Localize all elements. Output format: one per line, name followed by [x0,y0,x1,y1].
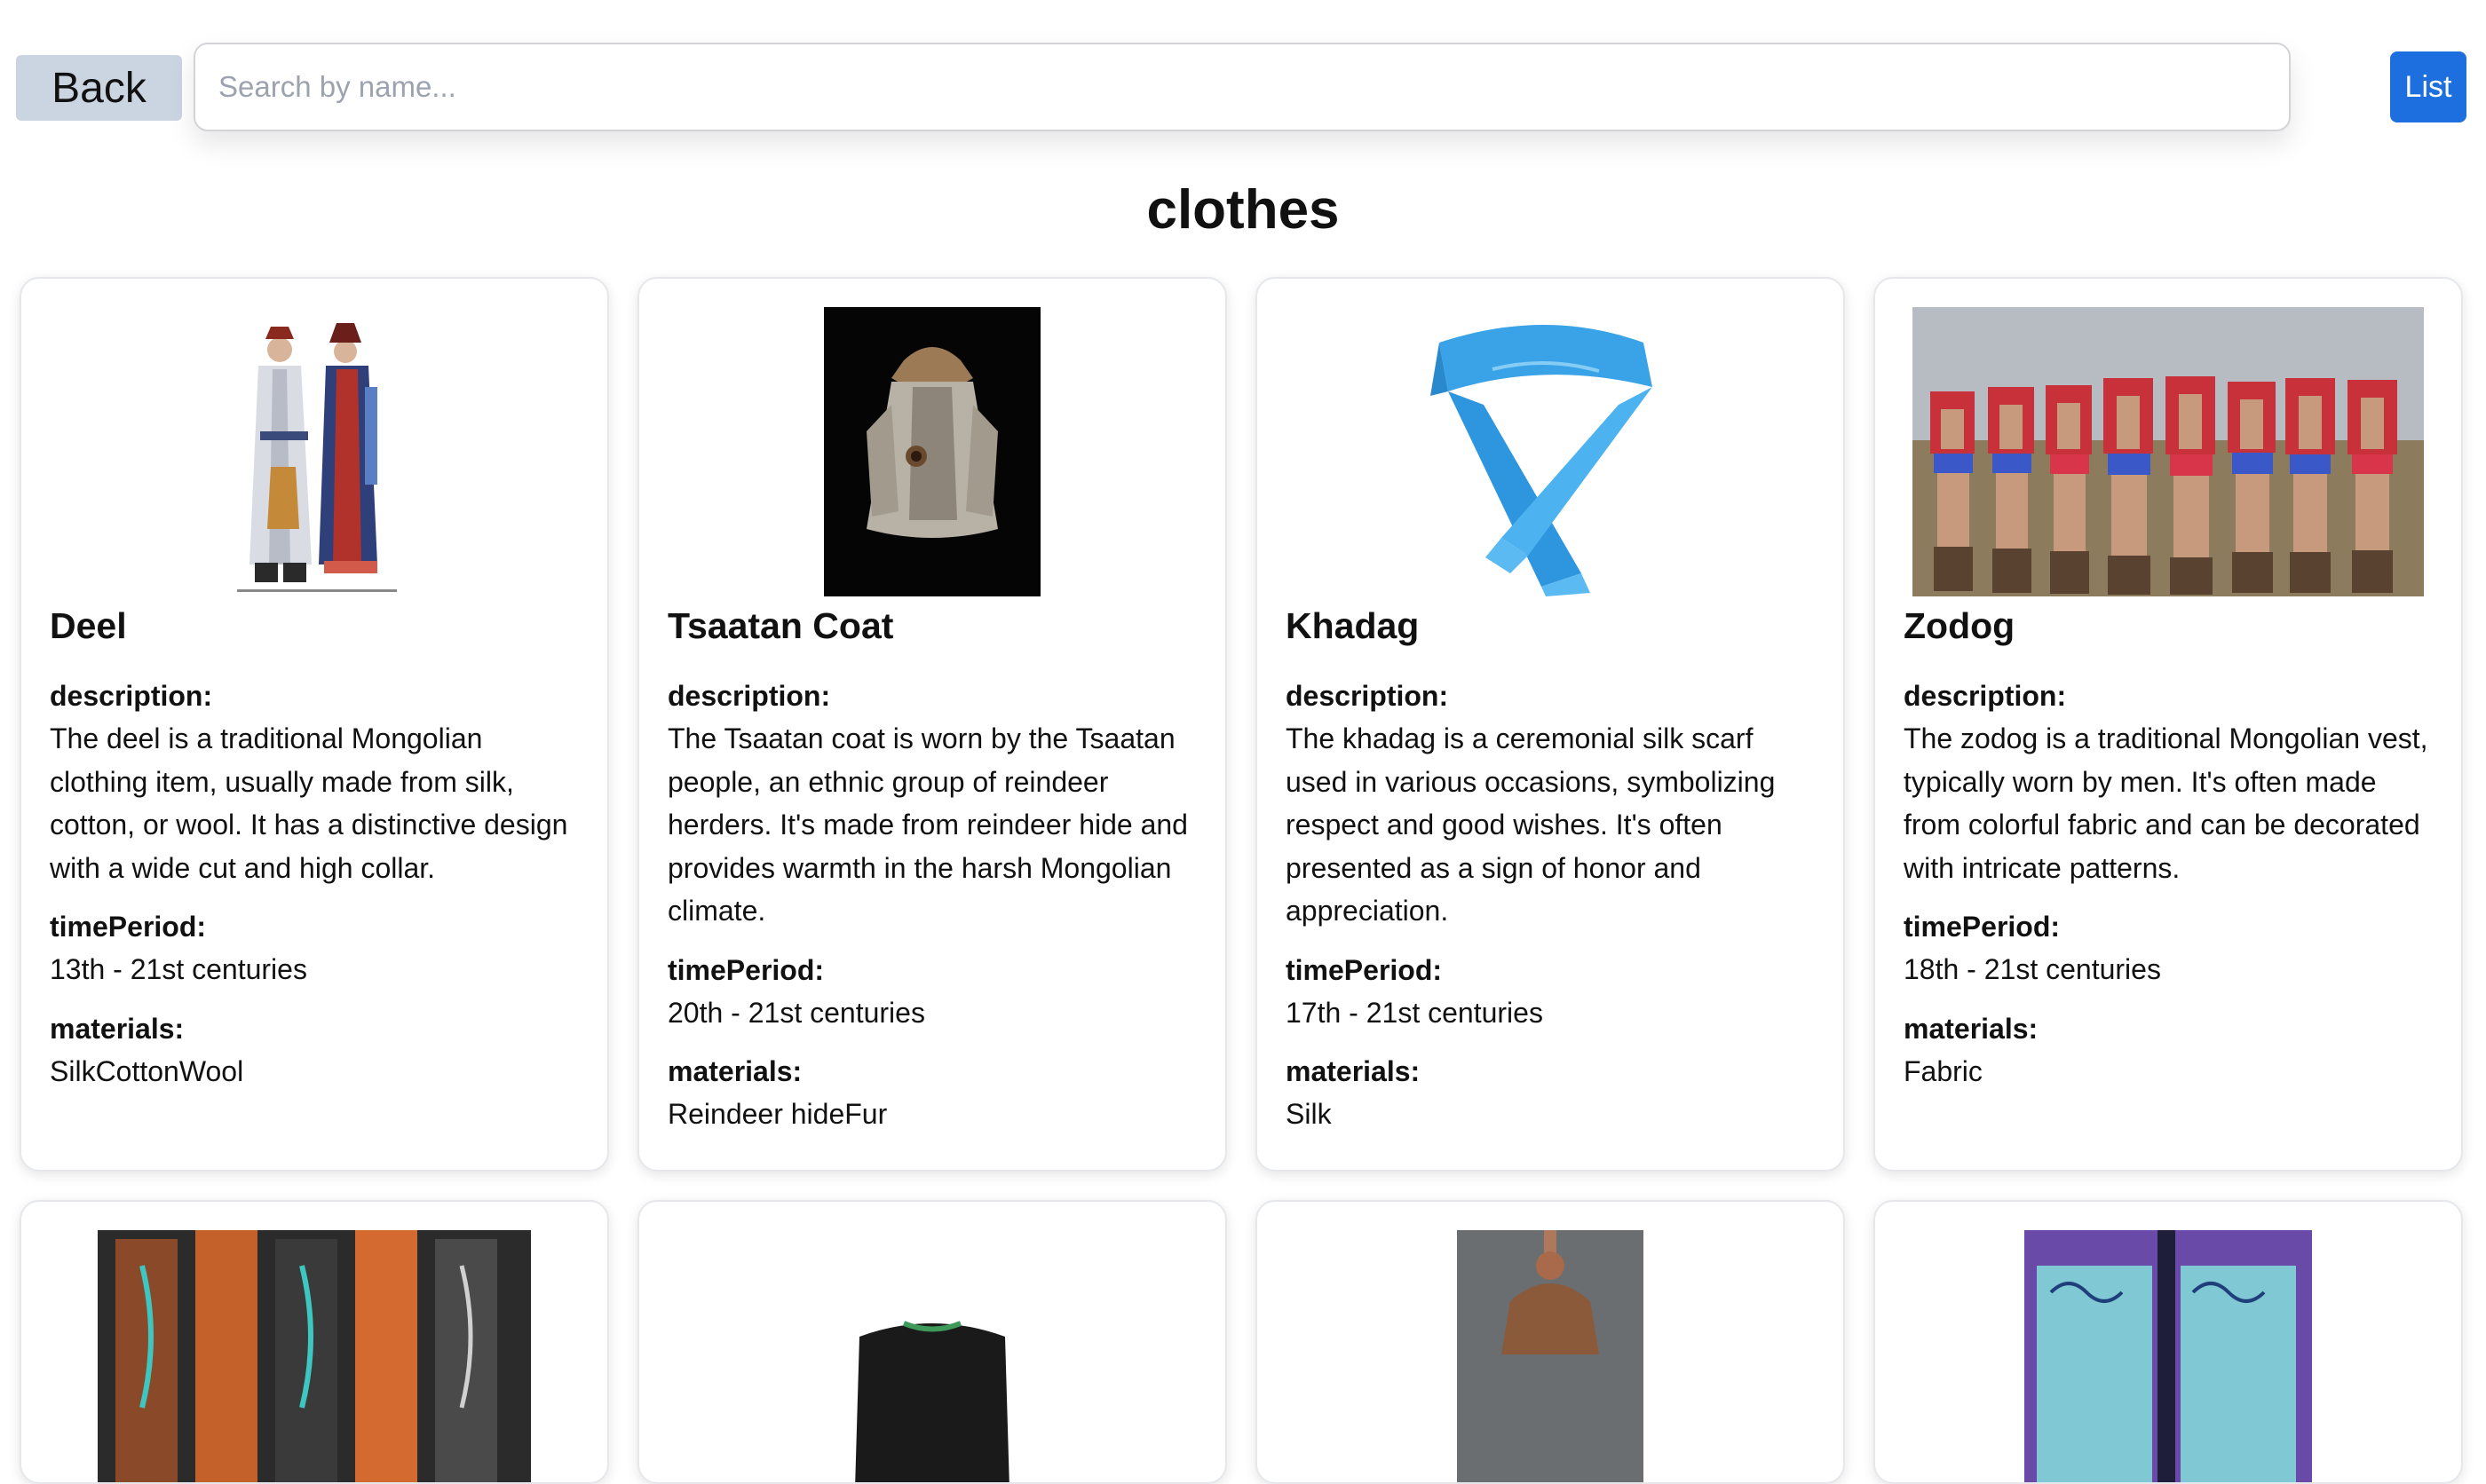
item-image [1286,1230,1815,1482]
description-label: description: [50,680,213,712]
time-period-value: 17th - 21st centuries [1286,996,1543,1029]
item-image [1904,1230,2433,1482]
item-card[interactable] [20,1200,609,1484]
description-text: The khadag is a ceremonial silk scarf us… [1286,722,1776,927]
description-label: description: [1286,680,1449,712]
materials-value: Silk [1286,1098,1332,1130]
fur-coat-photo [824,307,1041,596]
time-period-value: 13th - 21st centuries [50,953,307,985]
materials-label: materials: [1904,1012,2039,1045]
materials-value: Reindeer hideFur [668,1098,888,1130]
list-button[interactable]: List [2390,51,2466,122]
time-period-value: 20th - 21st centuries [668,996,925,1029]
time-period-label: timePeriod: [1286,953,1443,986]
item-name: Tsaatan Coat [668,605,894,646]
description-label: description: [1904,680,2067,712]
page-title: clothes [1146,179,1340,241]
item-image [668,1230,1197,1482]
dark-garment-photo [824,1230,1041,1482]
time-period-label: timePeriod: [1904,911,2061,943]
item-card[interactable] [637,1200,1227,1484]
description-label: description: [668,680,831,712]
back-button[interactable]: Back [16,55,182,121]
item-image [50,307,579,596]
blue-silk-scarf-photo [1386,307,1714,596]
boots-photo [98,1230,531,1482]
item-image [1904,307,2433,596]
item-card[interactable]: Tsaatan Coat description: The Tsaatan co… [637,277,1227,1172]
item-name: Zodog [1904,605,2015,646]
description-text: The zodog is a traditional Mongolian ves… [1904,722,2428,884]
time-period-value: 18th - 21st centuries [1904,953,2161,985]
item-image [50,1230,579,1482]
hat-photo [1457,1230,1643,1482]
item-card[interactable]: Khadag description: The khadag is a cere… [1255,277,1845,1172]
item-name: Khadag [1286,605,1420,646]
materials-value: Fabric [1904,1054,1983,1087]
search-input[interactable] [194,43,2291,131]
top-bar: Back List [0,0,2486,151]
materials-label: materials: [50,1012,185,1045]
item-name: Deel [50,605,127,646]
item-grid: Deel description: The deel is a traditio… [20,277,2470,1484]
materials-label: materials: [1286,1055,1421,1087]
item-card[interactable] [1873,1200,2463,1484]
time-period-label: timePeriod: [50,911,207,943]
wrestlers-photo [1912,307,2424,596]
materials-value: SilkCottonWool [50,1054,244,1087]
description-text: The Tsaatan coat is worn by the Tsaatan … [668,722,1188,927]
item-image [1286,307,1815,596]
item-card[interactable] [1255,1200,1845,1484]
item-card[interactable]: Deel description: The deel is a traditio… [20,277,609,1172]
item-card[interactable]: Zodog description: The zodog is a tradit… [1873,277,2463,1172]
time-period-label: timePeriod: [668,953,825,986]
item-image [668,307,1197,596]
materials-label: materials: [668,1055,803,1087]
deel-costume-photo [219,307,409,596]
description-text: The deel is a traditional Mongolian clot… [50,722,568,884]
embroidered-fabric-photo [2024,1230,2312,1482]
